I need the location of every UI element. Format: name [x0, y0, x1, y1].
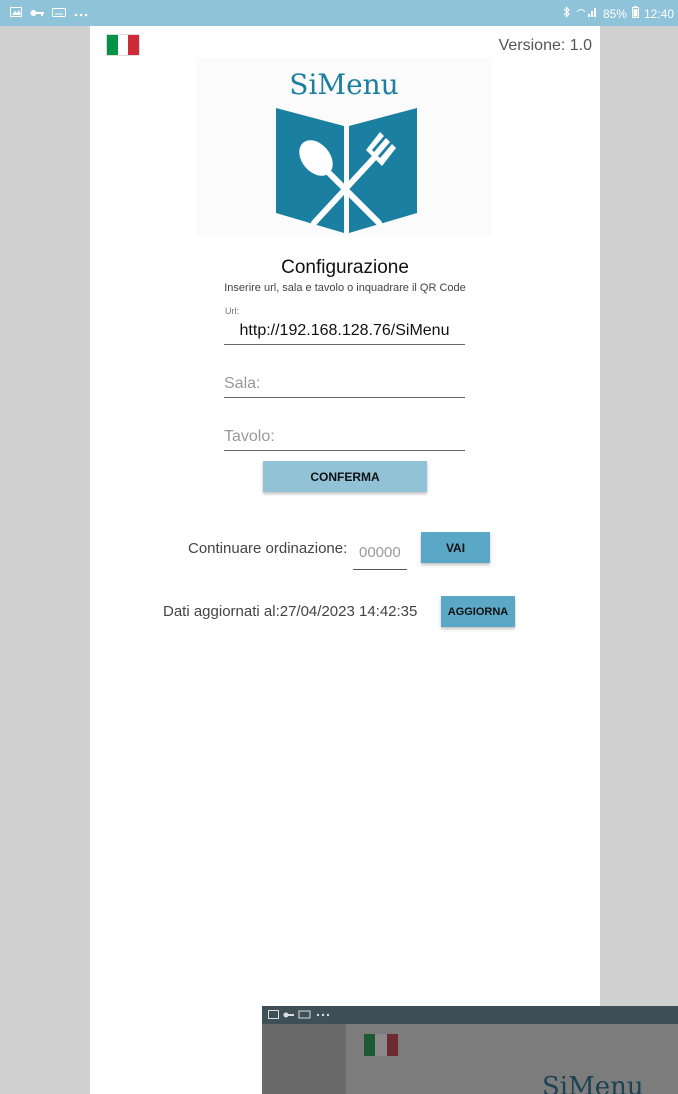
logo-title: SiMenu — [289, 68, 399, 101]
data-updated-label: Dati aggiornati al:27/04/2023 14:42:35 — [163, 603, 418, 620]
signal-icon — [576, 6, 598, 21]
update-button[interactable]: AGGIORNA — [441, 596, 515, 627]
bluetooth-icon — [563, 6, 571, 21]
keyboard-icon — [52, 6, 66, 20]
key-icon — [30, 6, 44, 20]
menu-book-icon — [276, 108, 417, 233]
order-number-input[interactable] — [353, 536, 407, 570]
status-bar: 85% 12:40 — [0, 0, 678, 26]
thumb-logo-title: SiMenu — [542, 1072, 644, 1094]
confirm-button[interactable]: CONFERMA — [263, 461, 427, 492]
thumb-flag-icon — [364, 1034, 398, 1056]
tavolo-input[interactable] — [224, 424, 465, 451]
version-label: Versione: 1.0 — [498, 37, 592, 54]
thumb-status-bar — [262, 1006, 678, 1024]
url-input[interactable] — [224, 318, 465, 345]
app-logo: SiMenu — [196, 58, 492, 236]
screenshot-preview[interactable]: SiMenu — [262, 1006, 678, 1094]
more-icon — [74, 6, 88, 20]
main-panel: Versione: 1.0 SiMenu Configurazione Inse… — [90, 26, 600, 1094]
language-flag-icon[interactable] — [106, 34, 140, 56]
battery-icon — [631, 6, 639, 21]
config-subtitle: Inserire url, sala e tavolo o inquadrare… — [224, 282, 466, 294]
config-title: Configurazione — [281, 257, 409, 278]
battery-percent: 85% — [602, 6, 627, 21]
go-button[interactable]: VAI — [421, 532, 490, 563]
url-label: Url: — [225, 306, 239, 316]
sala-input[interactable] — [224, 371, 465, 398]
clock: 12:40 — [643, 6, 674, 21]
thumb-status-icons — [268, 1009, 338, 1024]
image-icon — [10, 6, 22, 20]
continue-order-label: Continuare ordinazione: — [188, 540, 348, 557]
